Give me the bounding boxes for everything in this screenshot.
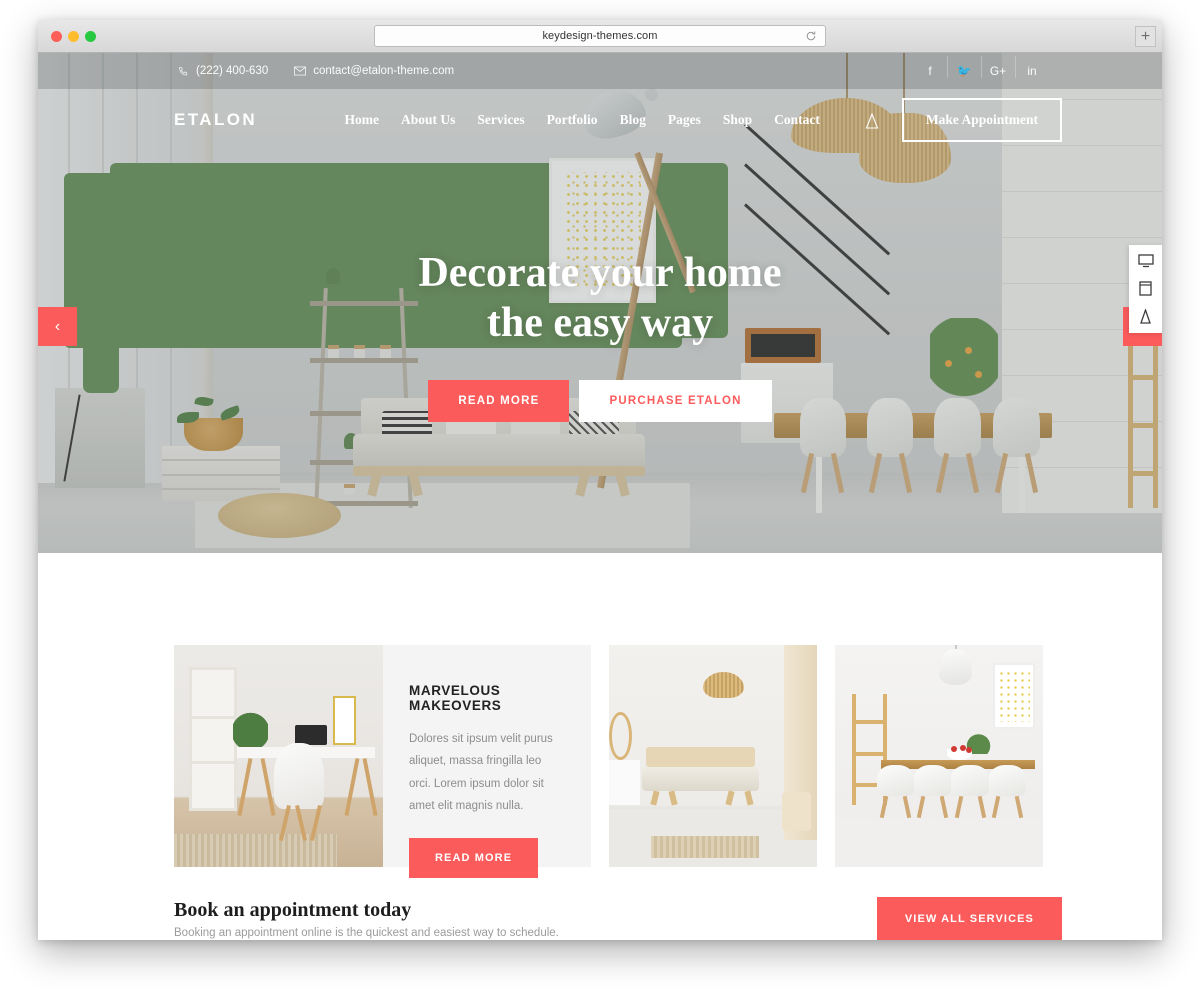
appointment-text-block: Book an appointment today Booking an app… bbox=[174, 899, 559, 939]
device-preview-switcher bbox=[1129, 245, 1162, 333]
hero-title-line-2: the easy way bbox=[486, 299, 714, 346]
envelope-icon bbox=[294, 66, 307, 76]
view-all-services-button[interactable]: VIEW ALL SERVICES bbox=[876, 897, 1062, 940]
featured-card-text: Dolores sit ipsum velit purus aliquet, m… bbox=[409, 733, 553, 813]
browser-window: keydesign-themes.com + (222) 400-630 con… bbox=[38, 20, 1162, 940]
url-text: keydesign-themes.com bbox=[542, 30, 658, 42]
featured-card-read-more-button[interactable]: READ MORE bbox=[409, 837, 539, 878]
card-tile-dining-room[interactable] bbox=[835, 645, 1043, 867]
nav-item-services[interactable]: Services bbox=[477, 112, 524, 128]
featured-card-image bbox=[174, 645, 383, 867]
cards-row: MARVELOUS MAKEOVERS Dolores sit ipsum ve… bbox=[174, 645, 1043, 878]
nav-item-contact[interactable]: Contact bbox=[774, 112, 820, 128]
nav-links: Home About Us Services Portfolio Blog Pa… bbox=[344, 111, 879, 129]
email-address: contact@etalon-theme.com bbox=[313, 65, 455, 77]
reload-icon[interactable] bbox=[805, 30, 817, 42]
nav-item-home[interactable]: Home bbox=[344, 112, 379, 128]
featured-card: MARVELOUS MAKEOVERS Dolores sit ipsum ve… bbox=[174, 645, 591, 878]
hero-purchase-button[interactable]: PURCHASE ETALON bbox=[579, 380, 772, 423]
new-tab-button[interactable]: + bbox=[1135, 26, 1156, 47]
close-window-button[interactable] bbox=[51, 31, 62, 42]
page-viewport: (222) 400-630 contact@etalon-theme.com f… bbox=[38, 53, 1162, 940]
email-contact[interactable]: contact@etalon-theme.com bbox=[294, 65, 454, 77]
utility-bar: (222) 400-630 contact@etalon-theme.com f… bbox=[38, 53, 1162, 89]
nav-item-portfolio[interactable]: Portfolio bbox=[547, 112, 598, 128]
hero-read-more-button[interactable]: READ MORE bbox=[428, 380, 570, 423]
address-bar[interactable]: keydesign-themes.com bbox=[374, 25, 826, 47]
featured-card-title: MARVELOUS MAKEOVERS bbox=[409, 683, 502, 713]
desktop-icon[interactable] bbox=[1137, 254, 1154, 268]
main-navigation: ETALON Home About Us Services Portfolio … bbox=[38, 89, 1162, 151]
maximize-window-button[interactable] bbox=[85, 31, 96, 42]
google-plus-icon[interactable]: G+ bbox=[981, 56, 1015, 78]
linkedin-icon[interactable]: in bbox=[1015, 56, 1049, 78]
site-logo[interactable]: ETALON bbox=[174, 110, 257, 130]
nav-item-shop[interactable]: Shop bbox=[723, 112, 752, 128]
make-appointment-button[interactable]: Make Appointment bbox=[901, 98, 1062, 142]
hero-title-line-1: Decorate your home bbox=[418, 250, 782, 296]
card-tile-living-room[interactable] bbox=[609, 645, 817, 867]
shopping-bag-icon[interactable] bbox=[864, 111, 880, 129]
phone-icon bbox=[178, 66, 188, 75]
facebook-icon[interactable]: f bbox=[913, 64, 947, 78]
social-links: f 🐦 G+ in bbox=[913, 56, 1049, 78]
appointment-section: Book an appointment today Booking an app… bbox=[38, 875, 1162, 940]
minimize-window-button[interactable] bbox=[68, 31, 79, 42]
nav-item-about-us[interactable]: About Us bbox=[401, 112, 455, 128]
appointment-title: Book an appointment today bbox=[174, 899, 412, 921]
nav-item-blog[interactable]: Blog bbox=[620, 112, 646, 128]
twitter-icon[interactable]: 🐦 bbox=[947, 56, 981, 78]
nav-item-pages[interactable]: Pages bbox=[668, 112, 701, 128]
hero-slider: (222) 400-630 contact@etalon-theme.com f… bbox=[38, 53, 1162, 553]
window-controls bbox=[51, 31, 96, 42]
mobile-icon[interactable] bbox=[1139, 309, 1152, 324]
hero-content: Decorate your home the easy way READ MOR… bbox=[38, 249, 1162, 423]
slider-prev-arrow[interactable]: ‹ bbox=[38, 307, 77, 346]
tablet-icon[interactable] bbox=[1139, 281, 1152, 296]
appointment-subtitle: Booking an appointment online is the qui… bbox=[174, 927, 559, 939]
browser-chrome-bar: keydesign-themes.com + bbox=[38, 20, 1162, 53]
phone-contact[interactable]: (222) 400-630 bbox=[178, 65, 268, 77]
phone-number: (222) 400-630 bbox=[196, 65, 269, 77]
featured-card-body: MARVELOUS MAKEOVERS Dolores sit ipsum ve… bbox=[383, 645, 591, 878]
